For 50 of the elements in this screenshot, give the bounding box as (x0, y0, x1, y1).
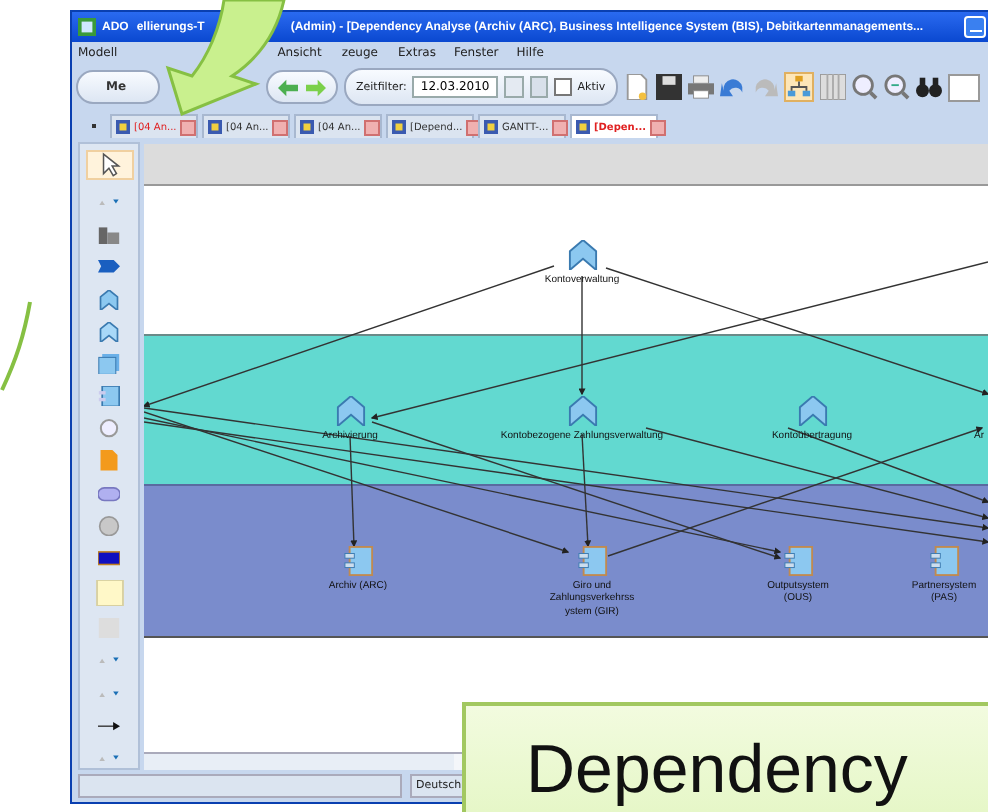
minimize-icon (969, 29, 981, 33)
circle-icon[interactable] (98, 418, 120, 439)
forward-arrow-icon[interactable] (306, 77, 326, 97)
component-icon[interactable] (929, 546, 959, 576)
columns-icon[interactable] (819, 74, 846, 100)
note-icon[interactable] (95, 580, 123, 607)
chevron-icon[interactable] (567, 240, 597, 270)
chevron-icon[interactable] (98, 289, 120, 310)
stack-icon[interactable] (98, 353, 120, 375)
component-icon[interactable] (577, 546, 607, 576)
component-icon[interactable] (343, 546, 373, 576)
chevron-icon[interactable] (567, 396, 597, 426)
horizontal-scrollbar[interactable] (144, 754, 454, 770)
close-icon[interactable] (272, 119, 289, 135)
document-icon[interactable] (98, 450, 120, 472)
close-icon[interactable] (180, 119, 197, 135)
chevron-icon[interactable] (98, 321, 120, 342)
save-icon[interactable] (655, 74, 682, 100)
tab-scroll-icon[interactable] (92, 123, 96, 127)
pointer-icon[interactable] (85, 150, 133, 180)
document-icon (208, 120, 222, 134)
document-icon (392, 120, 406, 134)
zoom-icon[interactable] (883, 74, 910, 100)
component-icon[interactable] (98, 386, 120, 407)
spin-button[interactable] (503, 76, 524, 98)
minimize-button[interactable] (964, 16, 986, 38)
dropdown-button[interactable] (529, 76, 548, 98)
binoculars-icon[interactable] (915, 74, 942, 100)
document-icon (484, 120, 498, 134)
undo-icon[interactable] (719, 74, 746, 100)
chevron-icon[interactable] (797, 396, 827, 426)
building-icon[interactable] (98, 224, 120, 245)
close-icon[interactable] (552, 119, 569, 135)
component-icon[interactable] (783, 546, 813, 576)
process-arrow-icon[interactable] (98, 256, 120, 278)
chevron-icon[interactable] (335, 396, 365, 426)
hierarchy-icon[interactable] (783, 72, 814, 102)
print-icon[interactable] (687, 74, 714, 100)
active-checkbox[interactable] (553, 78, 572, 96)
document-icon (576, 120, 590, 134)
search-field[interactable] (947, 73, 980, 101)
app-icon (78, 18, 96, 36)
document-icon (300, 120, 314, 134)
close-icon[interactable] (650, 119, 667, 135)
callout-text: Dependency (526, 732, 908, 808)
circle-icon[interactable] (98, 515, 120, 537)
close-icon[interactable] (364, 119, 381, 135)
document-icon (116, 120, 130, 134)
zoom-icon[interactable] (851, 74, 878, 100)
back-arrow-icon[interactable] (278, 77, 298, 97)
